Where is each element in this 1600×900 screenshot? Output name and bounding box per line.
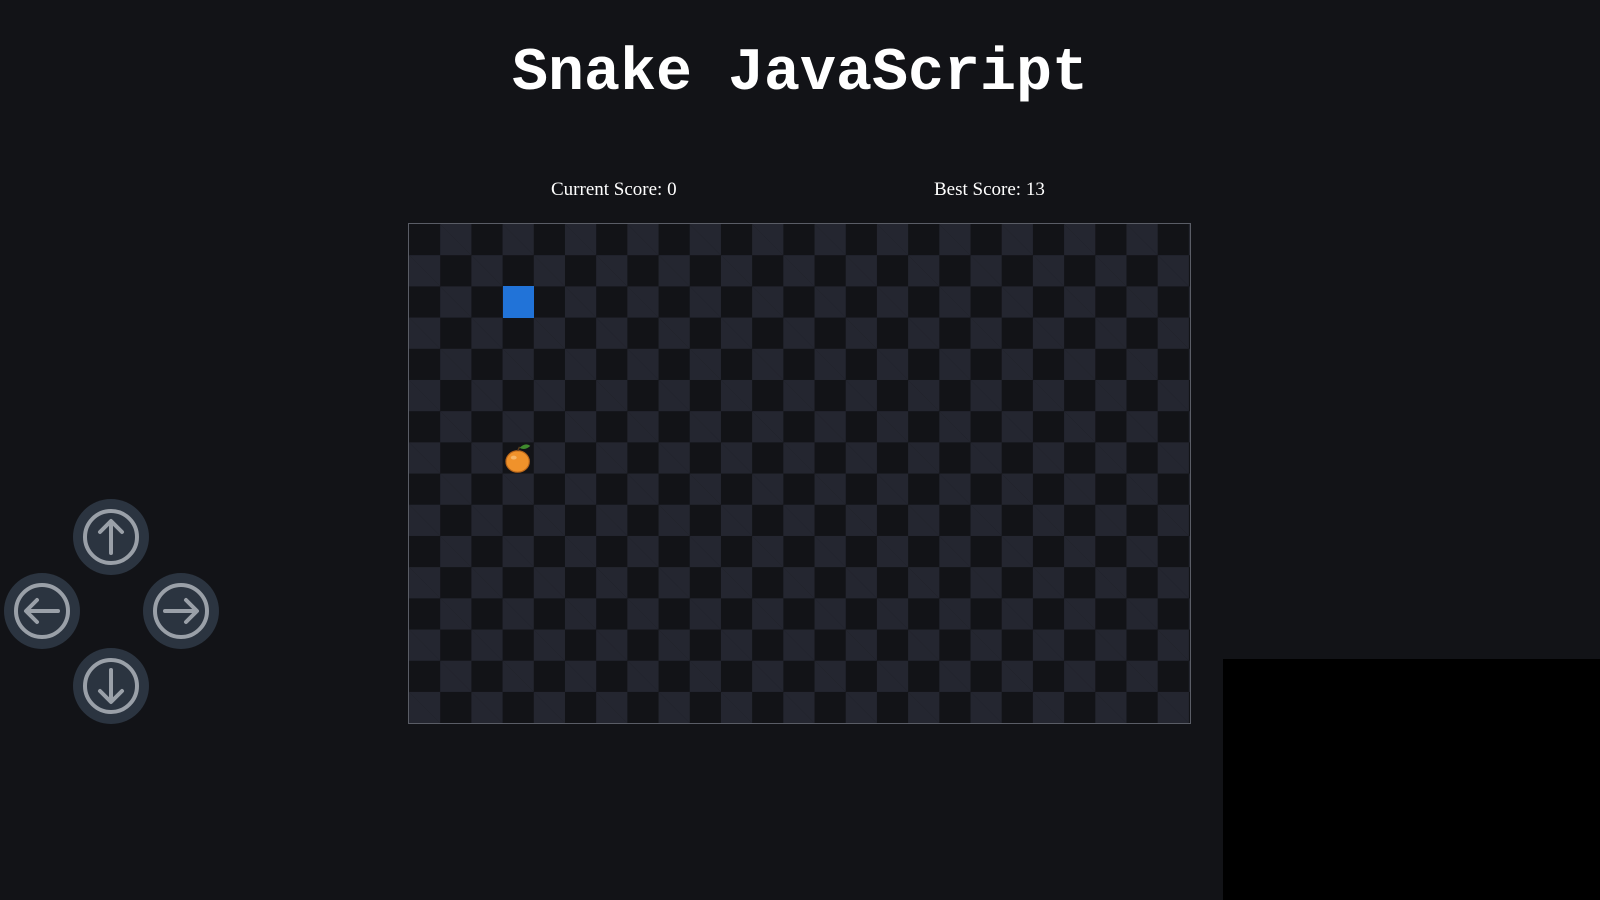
arrow-down-icon — [83, 658, 139, 714]
snake-head — [502, 286, 534, 318]
arrow-left-icon — [14, 583, 70, 639]
arrow-right-icon — [153, 583, 209, 639]
best-score: Best Score: 13 — [934, 179, 1045, 200]
right-button[interactable] — [143, 573, 219, 649]
left-button[interactable] — [4, 573, 80, 649]
orange-icon — [505, 444, 531, 474]
current-score: Current Score: 0 — [551, 179, 677, 200]
arrow-up-icon — [83, 509, 139, 565]
black-overlay-panel — [1223, 659, 1600, 900]
up-button[interactable] — [73, 499, 149, 575]
page-title: Snake JavaScript — [511, 40, 1089, 108]
game-board[interactable] — [408, 223, 1191, 724]
game-board-grid — [409, 224, 1190, 723]
down-button[interactable] — [73, 648, 149, 724]
